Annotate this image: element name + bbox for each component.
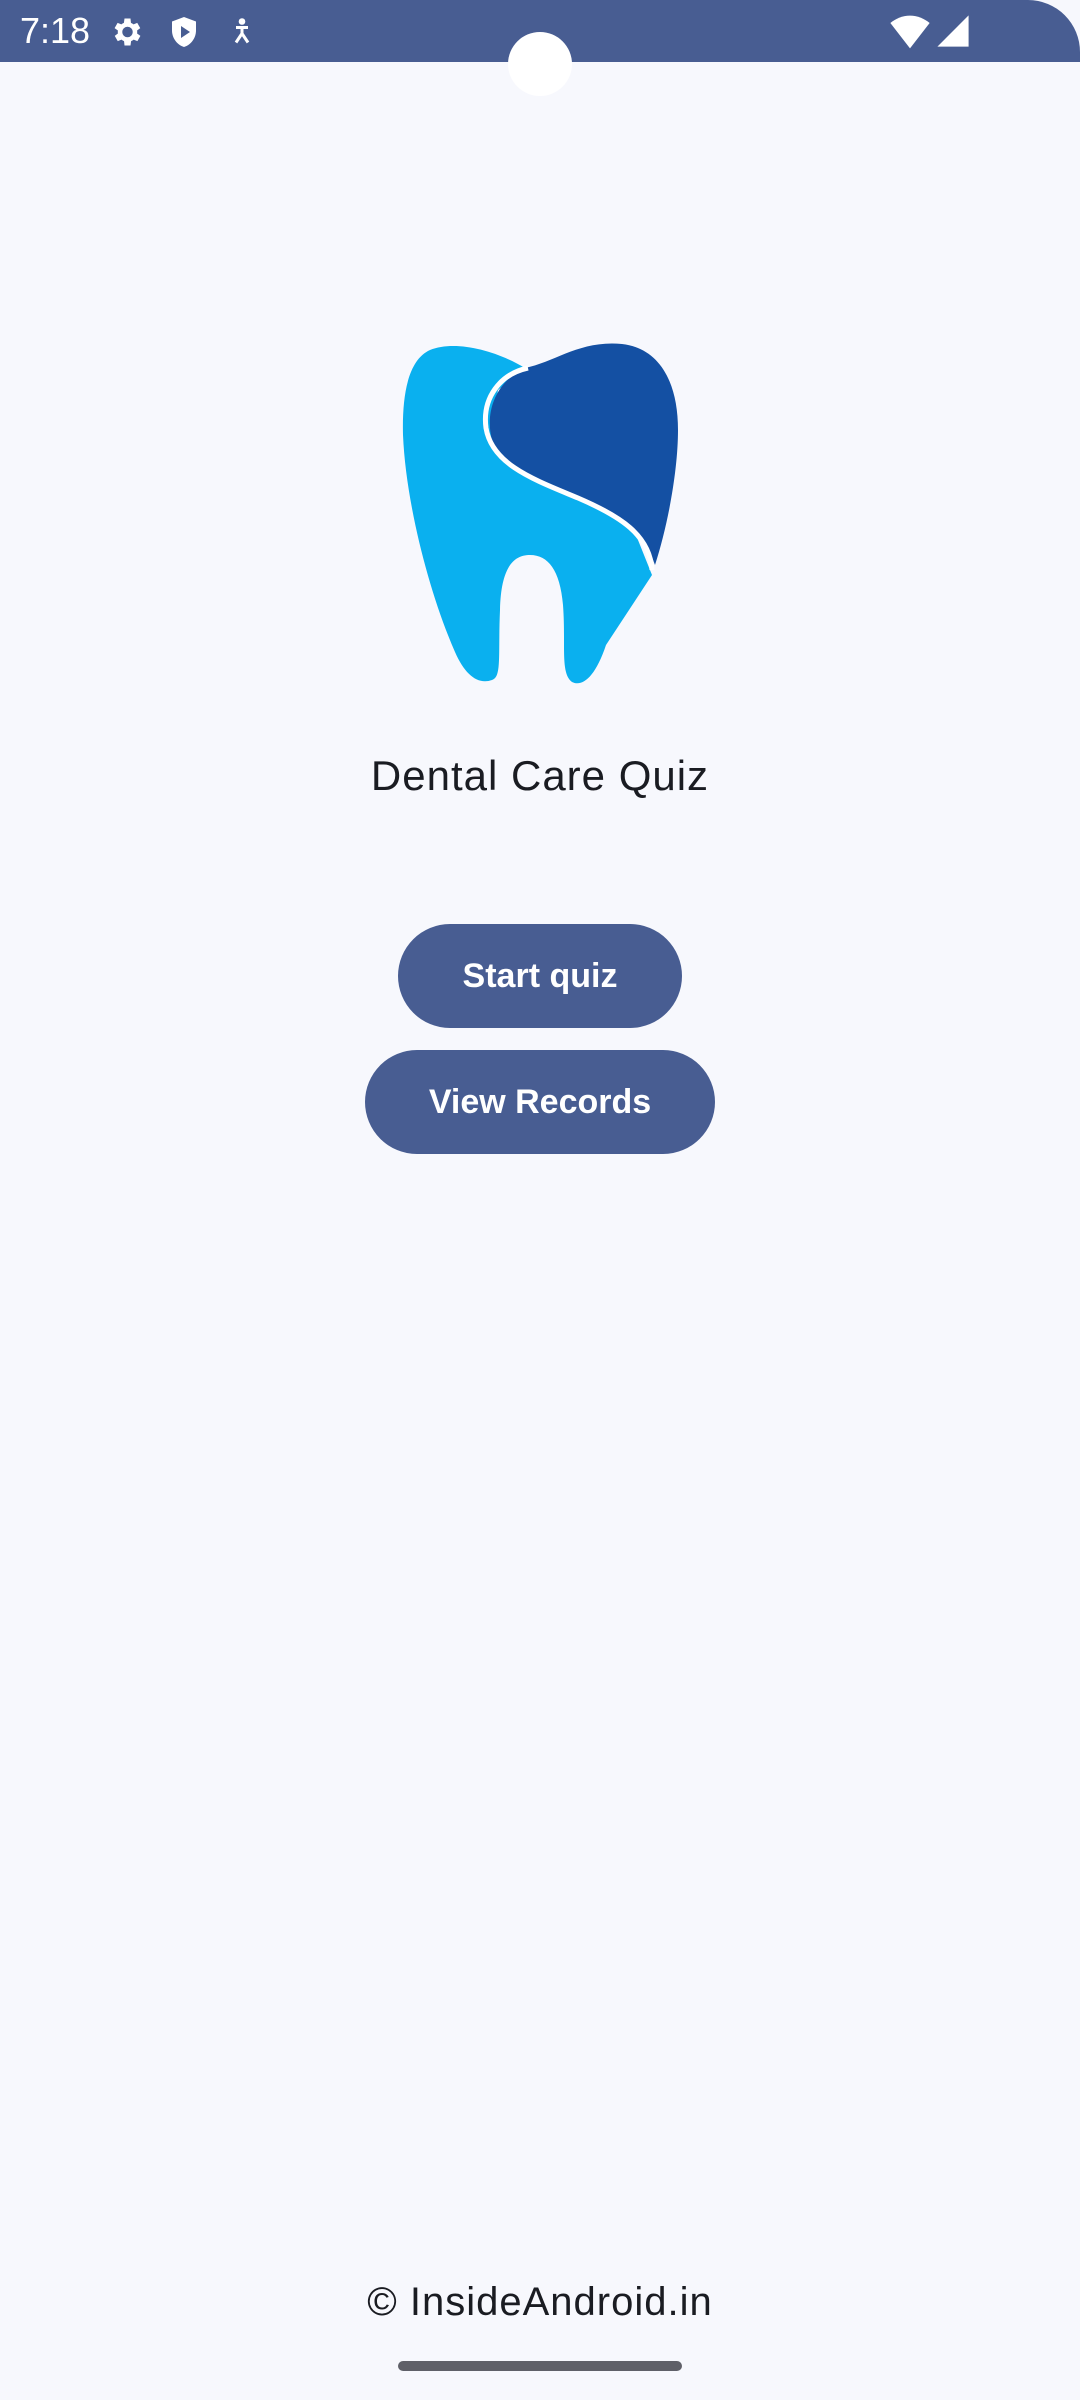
- start-quiz-button[interactable]: Start quiz: [398, 924, 682, 1028]
- app-screen: 7:18 Dental Care Quiz Start quiz View Re…: [0, 0, 1080, 2400]
- wifi-icon: [890, 14, 930, 50]
- status-time: 7:18: [20, 10, 91, 51]
- app-title: Dental Care Quiz: [370, 752, 710, 799]
- camera-cutout: [508, 32, 572, 96]
- copyright-footer: © InsideAndroid.in: [367, 2280, 713, 2324]
- gear-icon: [108, 14, 144, 50]
- view-records-button[interactable]: View Records: [365, 1050, 715, 1154]
- cellular-signal-icon: [936, 14, 970, 48]
- home-indicator[interactable]: [398, 2361, 682, 2371]
- tooth-icon: [400, 340, 680, 690]
- shield-play-icon: [166, 14, 202, 50]
- accessibility-icon: [224, 14, 260, 50]
